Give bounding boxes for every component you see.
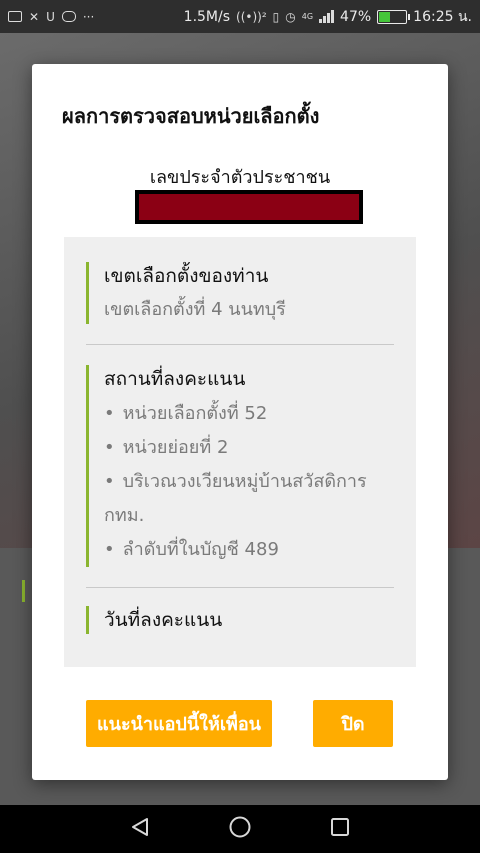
network-type: 4G	[301, 12, 314, 21]
status-bar: ✕ U ··· 1.5M/s ((•))² ▯ ◷ 4G 47% 16:25 น…	[0, 0, 480, 33]
navigation-bar	[0, 805, 480, 853]
date-heading: วันที่ลงคะแนน	[104, 609, 223, 631]
battery-level	[379, 11, 391, 22]
background-accent-bar	[22, 580, 25, 602]
more-icon: ···	[82, 9, 95, 24]
recents-icon[interactable]	[329, 816, 351, 842]
clock: 16:25 น.	[413, 8, 472, 25]
dialog-title: ผลการตรวจสอบหน่วยเลือกตั้ง	[62, 104, 320, 128]
redaction-fill	[139, 194, 359, 220]
notification-icons: ✕ U ···	[8, 10, 94, 24]
vibrate-icon: ▯	[272, 9, 280, 24]
district-section: เขตเลือกตั้งของท่าน เขตเลือกตั้งที่ 4 นน…	[86, 262, 394, 324]
district-value: เขตเลือกตั้งที่ 4 นนทบุรี	[104, 299, 286, 320]
accent-bar	[86, 606, 89, 634]
mail-icon	[8, 11, 22, 22]
signal-4g-icon	[319, 10, 335, 23]
accent-bar	[86, 262, 89, 324]
hotspot-icon: ((•))²	[236, 9, 267, 24]
id-number-redacted	[135, 190, 363, 224]
list-item: • ลำดับที่ในบัญชี 489	[104, 539, 279, 560]
list-item: • หน่วยเลือกตั้งที่ 52	[104, 403, 268, 424]
system-icons: 1.5M/s ((•))² ▯ ◷ 4G 47% 16:25 น.	[184, 6, 472, 28]
home-icon[interactable]	[228, 815, 252, 843]
close-button[interactable]: ปิด	[313, 700, 393, 747]
result-panel[interactable]: เขตเลือกตั้งของท่าน เขตเลือกตั้งที่ 4 นน…	[64, 237, 416, 667]
alarm-icon: ◷	[285, 9, 296, 24]
list-item: • หน่วยย่อยที่ 2	[104, 437, 229, 458]
network-speed: 1.5M/s	[183, 8, 231, 25]
place-heading: สถานที่ลงคะแนน	[104, 368, 246, 390]
battery-percent: 47%	[340, 8, 372, 25]
result-dialog: ผลการตรวจสอบหน่วยเลือกตั้ง เลขประจำตัวปร…	[32, 64, 448, 780]
id-label: เลขประจำตัวประชาชน	[149, 167, 331, 188]
missed-call-icon: ✕	[29, 9, 40, 24]
line-icon	[61, 11, 76, 22]
back-icon[interactable]	[129, 816, 151, 842]
list-item: • บริเวณวงเวียนหมู่บ้านสวัสดิการ กทม.	[104, 471, 367, 526]
battery-icon	[377, 9, 411, 24]
district-heading: เขตเลือกตั้งของท่าน	[104, 265, 269, 287]
place-section: สถานที่ลงคะแนน • หน่วยเลือกตั้งที่ 52 • หน…	[86, 365, 394, 567]
place-list: • หน่วยเลือกตั้งที่ 52 • หน่วยย่อยที่ 2 • บ…	[104, 397, 394, 567]
share-app-button[interactable]: แนะนำแอปนี้ให้เพื่อน	[86, 700, 272, 747]
u-icon: U	[46, 9, 55, 24]
accent-bar	[86, 365, 89, 567]
date-section: วันที่ลงคะแนน	[86, 606, 394, 634]
